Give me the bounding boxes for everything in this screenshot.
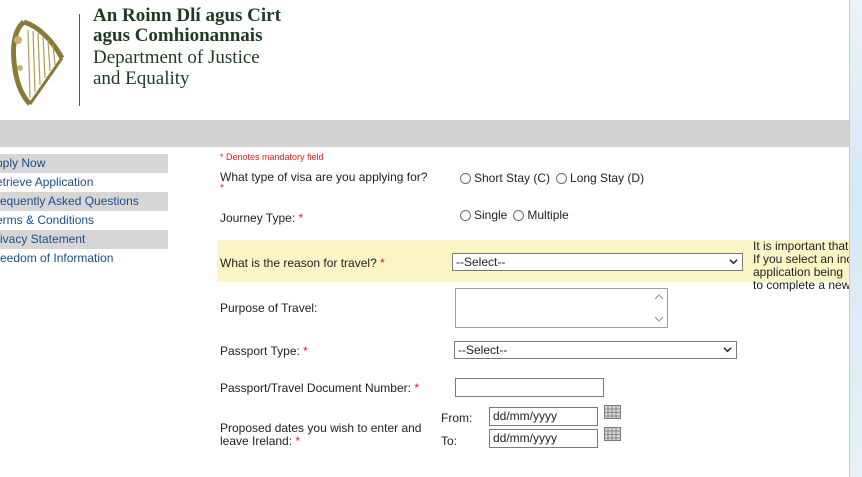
passport-number-input[interactable] — [455, 378, 604, 397]
short-stay-label: Short Stay (C) — [474, 171, 551, 185]
visa-type-required-marker: * — [220, 183, 224, 194]
passport-type-required-marker: * — [303, 344, 308, 358]
department-english-line-1: Department of Justice — [93, 47, 260, 68]
department-irish-line-2: agus Comhionannais — [93, 25, 263, 46]
multiple-label: Multiple — [527, 208, 569, 222]
dates-label: Proposed dates you wish to enter and lea… — [220, 422, 421, 448]
dates-label-text: leave Ireland: — [220, 434, 293, 448]
sidebar-item-faq[interactable]: requently Asked Questions — [0, 192, 168, 211]
reason-text: What is the reason for travel? — [220, 256, 377, 270]
passport-number-required-marker: * — [414, 381, 419, 395]
harp-logo-icon — [11, 19, 65, 106]
navigation-bar — [0, 120, 849, 147]
sidebar-item-freedom-of-information[interactable]: reedom of Information — [0, 249, 168, 268]
reason-select[interactable]: --Select-- — [452, 253, 743, 271]
to-label: To: — [441, 434, 458, 448]
single-radio[interactable] — [460, 209, 471, 221]
visa-type-label: What type of visa are you applying for? — [220, 170, 428, 184]
journey-type-text: Journey Type: — [220, 211, 296, 225]
page: An Roinn Dlí agus Cirt agus Comhionannai… — [0, 0, 850, 477]
sidebar-item-retrieve-application[interactable]: etrieve Application — [0, 173, 168, 192]
passport-type-text: Passport Type: — [220, 344, 300, 358]
from-date-input[interactable]: dd/mm/yyyy — [489, 407, 598, 426]
department-name-irish: An Roinn Dlí agus Cirt agus Comhionannai… — [93, 6, 281, 46]
to-date-input[interactable]: dd/mm/yyyy — [489, 429, 598, 448]
mandatory-field-note: * Denotes mandatory field — [220, 152, 324, 162]
help-note-line: to complete a new — [753, 278, 850, 292]
chevron-down-icon — [729, 259, 738, 265]
dates-required-marker: * — [295, 434, 301, 448]
dates-label-line-2: leave Ireland: * — [220, 435, 421, 448]
visa-type-options: Short Stay (C) Long Stay (D) — [460, 171, 650, 185]
passport-type-select[interactable]: --Select-- — [454, 341, 737, 359]
single-label: Single — [474, 208, 508, 222]
department-english-line-2: and Equality — [93, 68, 190, 89]
journey-type-options: Single Multiple — [460, 208, 575, 222]
header-divider — [79, 14, 80, 106]
calendar-icon[interactable] — [604, 427, 621, 441]
purpose-label: Purpose of Travel: — [220, 301, 318, 315]
sidebar-item-privacy[interactable]: rivacy Statement — [0, 230, 168, 249]
reason-required-marker: * — [380, 256, 385, 270]
journey-type-label: Journey Type: * — [220, 211, 303, 225]
department-irish-line-1: An Roinn Dlí agus Cirt — [93, 5, 281, 26]
scroll-down-icon[interactable] — [654, 315, 664, 323]
purpose-textarea[interactable] — [455, 288, 668, 328]
short-stay-radio[interactable] — [460, 172, 471, 184]
sidebar-menu: pply Now etrieve Application requently A… — [0, 154, 168, 268]
passport-number-label: Passport/Travel Document Number: * — [220, 381, 419, 395]
calendar-icon[interactable] — [604, 405, 621, 419]
sidebar-item-apply-now[interactable]: pply Now — [0, 154, 168, 173]
multiple-radio[interactable] — [513, 209, 525, 221]
reason-select-value: --Select-- — [456, 255, 506, 269]
reason-label: What is the reason for travel? * — [220, 256, 385, 270]
from-label: From: — [441, 411, 473, 425]
journey-type-required-marker: * — [298, 211, 304, 225]
department-name-english: Department of Justice and Equality — [93, 47, 260, 89]
site-header: An Roinn Dlí agus Cirt agus Comhionannai… — [0, 0, 849, 118]
passport-type-label: Passport Type: * — [220, 344, 308, 358]
passport-type-select-value: --Select-- — [458, 343, 508, 357]
chevron-down-icon — [723, 347, 732, 353]
passport-number-text: Passport/Travel Document Number: — [220, 381, 411, 395]
reason-help-note: It is important that If you select an in… — [753, 240, 850, 292]
sidebar-item-terms[interactable]: erms & Conditions — [0, 211, 168, 230]
long-stay-radio[interactable] — [556, 172, 568, 184]
scroll-up-icon[interactable] — [654, 293, 664, 301]
long-stay-label: Long Stay (D) — [570, 171, 645, 185]
